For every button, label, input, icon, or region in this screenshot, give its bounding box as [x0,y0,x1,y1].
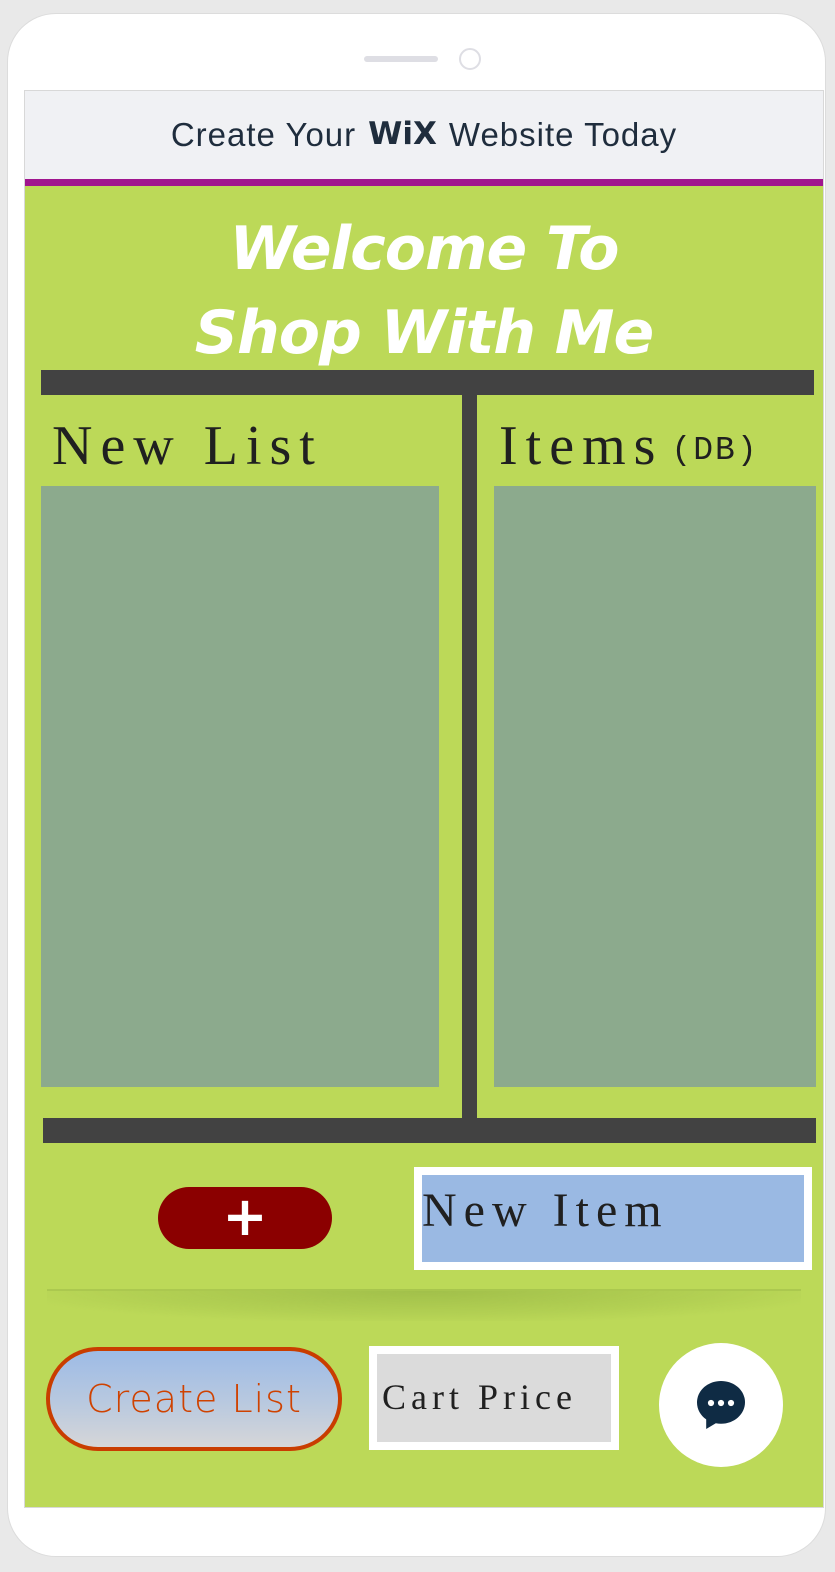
cart-price-field: Cart Price [377,1354,611,1442]
bottom-divider-bar [43,1118,816,1143]
site-screen: Create Your WiX Website Today Welcome To… [24,90,824,1508]
create-list-button[interactable]: Create List [46,1347,342,1451]
chat-icon [697,1381,745,1429]
banner-text-before: Create Your [170,116,357,153]
plus-icon: + [222,1184,268,1248]
wix-logo: WiX [368,116,437,152]
center-divider-bar [462,395,477,1119]
phone-speaker [364,56,438,62]
welcome-title-text: Welcome To Shop With Me [194,214,654,368]
top-divider-bar [41,370,814,395]
banner-text-after: Website Today [448,116,678,153]
items-heading-text: Items [499,415,664,477]
new-item-text: New Item [422,1184,669,1237]
new-item-input[interactable]: New Item [422,1175,804,1262]
items-heading: Items (DB) [499,418,759,474]
new-list-heading: New List [52,415,323,477]
cart-price-box: Cart Price [369,1346,619,1450]
phone-camera [459,48,481,70]
phone-frame: Create Your WiX Website Today Welcome To… [8,14,825,1556]
chat-button[interactable] [659,1343,783,1467]
cart-price-label: Cart Price [382,1377,577,1417]
add-item-button[interactable]: + [158,1187,332,1249]
welcome-title: Welcome To Shop With Me [25,207,823,375]
new-list-panel[interactable] [41,486,439,1087]
items-heading-suffix: (DB) [671,432,759,469]
new-item-field[interactable]: New Item [414,1167,812,1270]
section-divider-shadow [47,1289,801,1321]
items-db-panel[interactable] [494,486,816,1087]
wix-banner[interactable]: Create Your WiX Website Today [25,91,823,186]
